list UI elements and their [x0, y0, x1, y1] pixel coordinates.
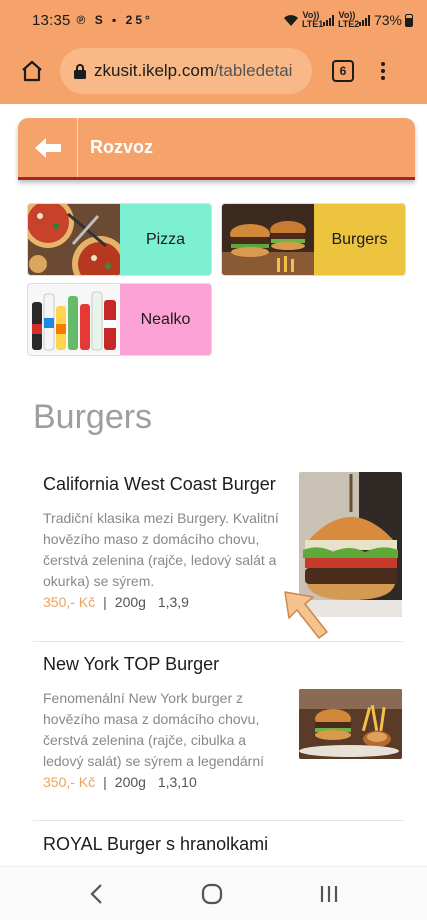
battery-icon — [405, 13, 413, 27]
category-label: Nealko — [140, 310, 191, 328]
sim1-label: Vo)) LTE1 — [301, 10, 324, 29]
pointer-arrow-icon — [284, 591, 328, 639]
sim2-label: Vo)) LTE2 — [337, 10, 360, 29]
signal-icon — [358, 14, 371, 26]
item-weight: 200g — [114, 594, 146, 610]
more-vert-icon[interactable] — [378, 62, 388, 80]
wifi-icon — [283, 14, 298, 26]
back-button[interactable] — [18, 118, 78, 177]
item-weight: 200g — [114, 774, 146, 790]
browser-chrome: 13:35 ℗ S ▪ 25° Vo)) LTE1 Vo)) LTE2 73% … — [0, 0, 427, 104]
system-nav-bar — [0, 866, 427, 920]
status-bar: 13:35 ℗ S ▪ 25° Vo)) LTE1 Vo)) LTE2 73% — [0, 0, 427, 40]
category-pizza[interactable]: Pizza — [27, 203, 212, 276]
item-allergens: 1,3,9 — [157, 594, 189, 610]
item-name: ROYAL Burger s hranolkami — [43, 834, 269, 854]
item-name: New York TOP Burger — [43, 654, 220, 674]
item-allergens: 1,3,10 — [157, 774, 197, 790]
category-label: Burgers — [331, 230, 388, 248]
item-meta: 350,- Kč | 200g 1,3,10 — [43, 774, 403, 790]
item-image-newyork[interactable] — [299, 689, 402, 759]
menu-item[interactable]: ROYAL Burger s hranolkami — [43, 834, 403, 855]
recents-icon[interactable] — [319, 884, 339, 904]
item-price: 350,- Kč — [43, 594, 96, 610]
meta-separator: | — [103, 594, 107, 610]
category-burgers[interactable]: Burgers — [221, 203, 406, 276]
meta-separator: | — [103, 774, 107, 790]
address-bar[interactable]: zkusit.ikelp.com/tabledetai — [60, 48, 312, 94]
home-icon — [22, 60, 42, 82]
burgers-image — [222, 204, 314, 275]
page-header: Rozvoz — [18, 118, 415, 180]
lock-icon — [74, 63, 86, 79]
category-nealko[interactable]: Nealko — [27, 283, 212, 356]
url-path: /tabledetai — [213, 61, 293, 80]
chevron-left-icon[interactable] — [88, 883, 106, 905]
page-title: Rozvoz — [90, 137, 153, 157]
category-label: Pizza — [145, 230, 186, 248]
tab-switcher-button[interactable]: 6 — [332, 60, 354, 82]
circle-home-icon[interactable] — [201, 883, 223, 905]
home-button[interactable] — [12, 51, 52, 91]
section-title: Burgers — [33, 398, 153, 436]
status-time: 13:35 — [32, 11, 71, 29]
drinks-image — [28, 284, 120, 355]
item-price: 350,- Kč — [43, 774, 96, 790]
arrow-left-icon — [34, 137, 61, 158]
signal-icon — [322, 14, 335, 26]
item-description: Fenomenální New York burger z hovězího m… — [43, 690, 264, 769]
url-host: zkusit.ikelp.com — [94, 61, 214, 80]
notification-icons: ℗ S ▪ 25° — [76, 13, 153, 27]
status-right: Vo)) LTE1 Vo)) LTE2 73% — [283, 11, 413, 29]
battery-percent: 73% — [373, 12, 402, 28]
divider — [33, 820, 403, 821]
url-row: zkusit.ikelp.com/tabledetai 6 — [0, 44, 427, 98]
divider — [33, 641, 403, 642]
item-description: Tradiční klasika mezi Burgery. Kvalitní … — [43, 510, 279, 589]
pizza-image — [28, 204, 120, 275]
